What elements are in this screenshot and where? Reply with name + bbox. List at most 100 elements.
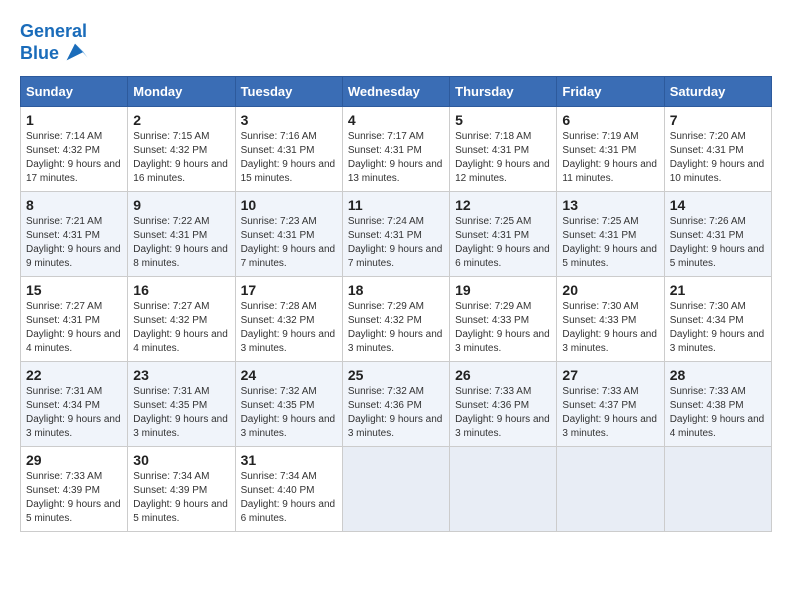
logo-text2: Blue bbox=[20, 44, 59, 64]
day-number: 2 bbox=[133, 112, 229, 128]
sunset: Sunset: 4:31 PM bbox=[670, 230, 744, 241]
day-number: 8 bbox=[26, 197, 122, 213]
calendar-cell: 25Sunrise: 7:32 AMSunset: 4:36 PMDayligh… bbox=[342, 361, 449, 446]
sunrise: Sunrise: 7:33 AM bbox=[562, 386, 638, 397]
day-number: 30 bbox=[133, 452, 229, 468]
calendar-cell: 20Sunrise: 7:30 AMSunset: 4:33 PMDayligh… bbox=[557, 276, 664, 361]
calendar-cell bbox=[342, 446, 449, 531]
day-number: 3 bbox=[241, 112, 337, 128]
day-info: Sunrise: 7:30 AMSunset: 4:34 PMDaylight:… bbox=[670, 300, 766, 356]
day-number: 1 bbox=[26, 112, 122, 128]
sunset: Sunset: 4:31 PM bbox=[241, 145, 315, 156]
day-info: Sunrise: 7:15 AMSunset: 4:32 PMDaylight:… bbox=[133, 130, 229, 186]
day-info: Sunrise: 7:16 AMSunset: 4:31 PMDaylight:… bbox=[241, 130, 337, 186]
sunrise: Sunrise: 7:30 AM bbox=[670, 301, 746, 312]
day-info: Sunrise: 7:29 AMSunset: 4:32 PMDaylight:… bbox=[348, 300, 444, 356]
day-number: 24 bbox=[241, 367, 337, 383]
sunrise: Sunrise: 7:29 AM bbox=[348, 301, 424, 312]
calendar-cell: 6Sunrise: 7:19 AMSunset: 4:31 PMDaylight… bbox=[557, 106, 664, 191]
daylight: Daylight: 9 hours and 8 minutes. bbox=[133, 244, 228, 269]
sunset: Sunset: 4:34 PM bbox=[26, 400, 100, 411]
day-info: Sunrise: 7:33 AMSunset: 4:37 PMDaylight:… bbox=[562, 385, 658, 441]
calendar-cell: 7Sunrise: 7:20 AMSunset: 4:31 PMDaylight… bbox=[664, 106, 771, 191]
calendar-cell: 18Sunrise: 7:29 AMSunset: 4:32 PMDayligh… bbox=[342, 276, 449, 361]
daylight: Daylight: 9 hours and 3 minutes. bbox=[241, 414, 336, 439]
sunset: Sunset: 4:32 PM bbox=[348, 315, 422, 326]
calendar-cell: 24 Sunrise: 7:32 AMSunset: 4:35 PMDayligh… bbox=[235, 361, 342, 446]
daylight: Daylight: 9 hours and 12 minutes. bbox=[455, 159, 550, 184]
sunset: Sunset: 4:33 PM bbox=[455, 315, 529, 326]
day-number: 4 bbox=[348, 112, 444, 128]
day-number: 21 bbox=[670, 282, 766, 298]
sunset: Sunset: 4:31 PM bbox=[455, 230, 529, 241]
logo: General Blue bbox=[20, 22, 89, 66]
calendar-cell: 19Sunrise: 7:29 AMSunset: 4:33 PMDayligh… bbox=[450, 276, 557, 361]
daylight: Daylight: 9 hours and 3 minutes. bbox=[562, 329, 657, 354]
sunset: Sunset: 4:31 PM bbox=[241, 230, 315, 241]
col-header-saturday: Saturday bbox=[664, 76, 771, 106]
day-info: Sunrise: 7:32 AMSunset: 4:35 PMDaylight:… bbox=[241, 385, 337, 441]
calendar-cell: 31Sunrise: 7:34 AMSunset: 4:40 PMDayligh… bbox=[235, 446, 342, 531]
sunset: Sunset: 4:38 PM bbox=[670, 400, 744, 411]
sunset: Sunset: 4:31 PM bbox=[133, 230, 207, 241]
col-header-wednesday: Wednesday bbox=[342, 76, 449, 106]
day-info: Sunrise: 7:33 AMSunset: 4:39 PMDaylight:… bbox=[26, 470, 122, 526]
sunrise: Sunrise: 7:17 AM bbox=[348, 131, 424, 142]
sunset: Sunset: 4:31 PM bbox=[26, 315, 100, 326]
day-number: 15 bbox=[26, 282, 122, 298]
day-number: 19 bbox=[455, 282, 551, 298]
calendar-cell bbox=[664, 446, 771, 531]
day-info: Sunrise: 7:22 AM Sunset: 4:31 PM Daylight:… bbox=[133, 215, 229, 271]
daylight: Daylight: 9 hours and 13 minutes. bbox=[348, 159, 443, 184]
day-info: Sunrise: 7:34 AMSunset: 4:39 PMDaylight:… bbox=[133, 470, 229, 526]
calendar-cell bbox=[450, 446, 557, 531]
day-number: 17 bbox=[241, 282, 337, 298]
daylight: Daylight: 9 hours and 6 minutes. bbox=[455, 244, 550, 269]
day-info: Sunrise: 7:32 AMSunset: 4:36 PMDaylight:… bbox=[348, 385, 444, 441]
daylight: Daylight: 9 hours and 17 minutes. bbox=[26, 159, 121, 184]
day-info: Sunrise: 7:25 AMSunset: 4:31 PMDaylight:… bbox=[562, 215, 658, 271]
day-number: 27 bbox=[562, 367, 658, 383]
daylight: Daylight: 9 hours and 5 minutes. bbox=[562, 244, 657, 269]
daylight: Daylight: 9 hours and 5 minutes. bbox=[133, 499, 228, 524]
sunrise: Sunrise: 7:22 AM bbox=[133, 216, 209, 227]
day-info: Sunrise: 7:26 AMSunset: 4:31 PMDaylight:… bbox=[670, 215, 766, 271]
week-row-1: 1Sunrise: 7:14 AMSunset: 4:32 PMDaylight… bbox=[21, 106, 772, 191]
calendar-cell: 21 Sunrise: 7:30 AMSunset: 4:34 PMDayligh… bbox=[664, 276, 771, 361]
day-info: Sunrise: 7:29 AMSunset: 4:33 PMDaylight:… bbox=[455, 300, 551, 356]
day-number: 14 bbox=[670, 197, 766, 213]
sunrise: Sunrise: 7:32 AM bbox=[241, 386, 317, 397]
sunset: Sunset: 4:33 PM bbox=[562, 315, 636, 326]
calendar-cell: 5Sunrise: 7:18 AMSunset: 4:31 PMDaylight… bbox=[450, 106, 557, 191]
sunrise: Sunrise: 7:28 AM bbox=[241, 301, 317, 312]
sunrise: Sunrise: 7:31 AM bbox=[133, 386, 209, 397]
col-header-thursday: Thursday bbox=[450, 76, 557, 106]
day-info: Sunrise: 7:23 AMSunset: 4:31 PMDaylight:… bbox=[241, 215, 337, 271]
col-header-tuesday: Tuesday bbox=[235, 76, 342, 106]
day-number: 31 bbox=[241, 452, 337, 468]
calendar-cell: 30 Sunrise: 7:34 AMSunset: 4:39 PMDayligh… bbox=[128, 446, 235, 531]
col-header-sunday: Sunday bbox=[21, 76, 128, 106]
sunset: Sunset: 4:31 PM bbox=[348, 230, 422, 241]
sunrise: Sunrise: 7:33 AM bbox=[455, 386, 531, 397]
calendar-cell: 9Sunrise: 7:22 AMSunset: 4:31 PMDaylight… bbox=[128, 191, 235, 276]
day-number: 16 bbox=[133, 282, 229, 298]
sunset: Sunset: 4:31 PM bbox=[455, 145, 529, 156]
day-number: 13 bbox=[562, 197, 658, 213]
sunrise: Sunrise: 7:26 AM bbox=[670, 216, 746, 227]
sunrise: Sunrise: 7:33 AM bbox=[670, 386, 746, 397]
day-info: Sunrise: 7:33 AMSunset: 4:36 PMDaylight:… bbox=[455, 385, 551, 441]
calendar-cell: 26Sunrise: 7:33 AMSunset: 4:36 PMDayligh… bbox=[450, 361, 557, 446]
calendar-table: SundayMondayTuesdayWednesdayThursdayFrid… bbox=[20, 76, 772, 532]
sunrise: Sunrise: 7:29 AM bbox=[455, 301, 531, 312]
day-info: Sunrise: 7:30 AMSunset: 4:33 PMDaylight:… bbox=[562, 300, 658, 356]
sunset: Sunset: 4:39 PM bbox=[133, 485, 207, 496]
sunset: Sunset: 4:40 PM bbox=[241, 485, 315, 496]
day-number: 11 bbox=[348, 197, 444, 213]
daylight: Daylight: 9 hours and 7 minutes. bbox=[348, 244, 443, 269]
day-number: 23 bbox=[133, 367, 229, 383]
sunset: Sunset: 4:36 PM bbox=[348, 400, 422, 411]
daylight: Daylight: 9 hours and 9 minutes. bbox=[26, 244, 121, 269]
week-row-4: 22Sunrise: 7:31 AMSunset: 4:34 PMDayligh… bbox=[21, 361, 772, 446]
calendar-cell: 17Sunrise: 7:28 AMSunset: 4:32 PMDayligh… bbox=[235, 276, 342, 361]
